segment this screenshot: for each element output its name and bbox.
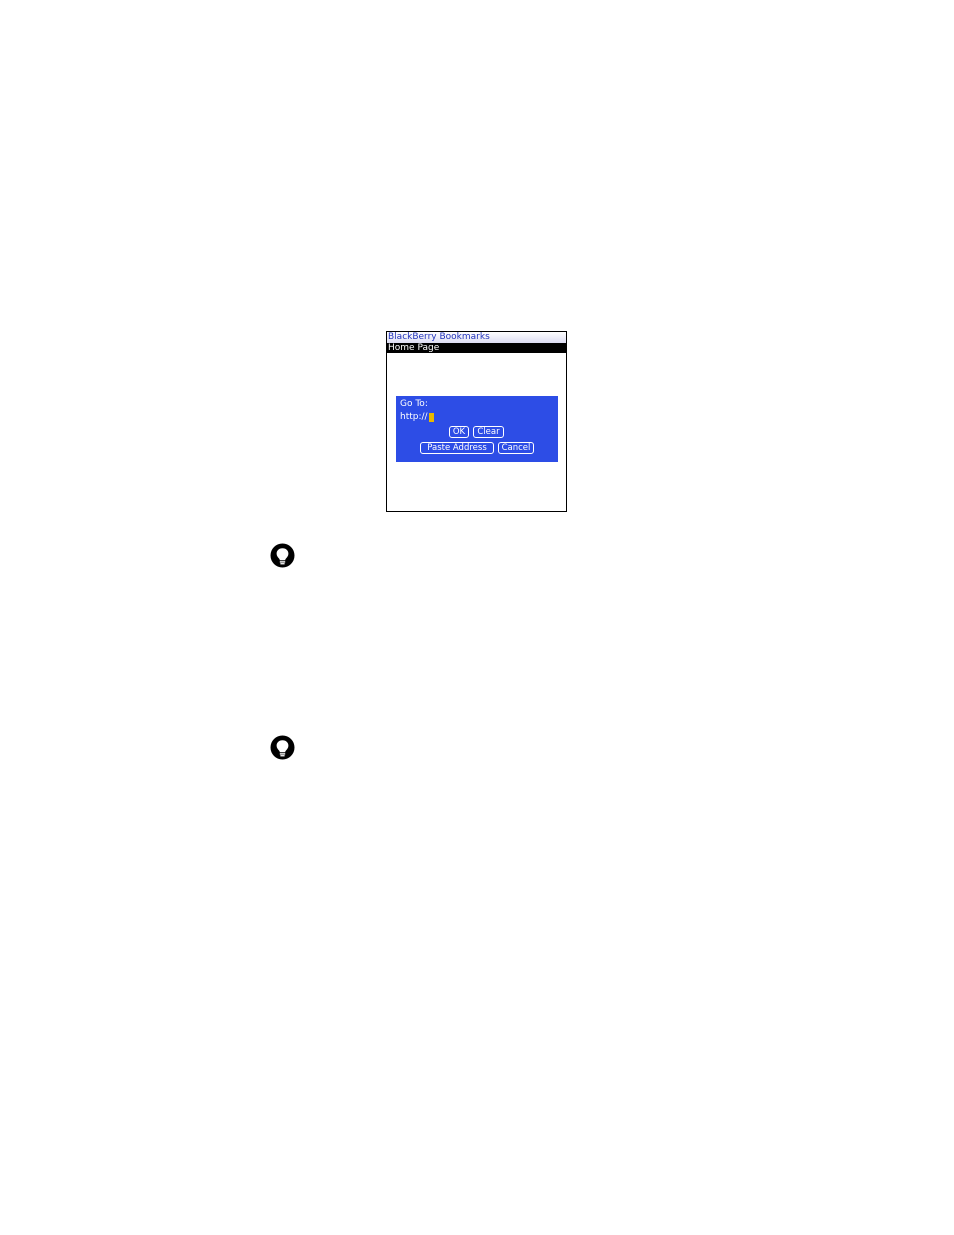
app-title-bar: BlackBerry Bookmarks xyxy=(387,332,566,343)
device-screenshot: BlackBerry Bookmarks Home Page Go To: ht… xyxy=(386,331,567,512)
paste-address-button[interactable]: Paste Address xyxy=(420,442,494,454)
cancel-button[interactable]: Cancel xyxy=(498,442,534,454)
text-cursor xyxy=(428,413,434,422)
bookmark-item-selected[interactable]: Home Page xyxy=(387,343,566,353)
app-title: BlackBerry Bookmarks xyxy=(388,332,490,342)
clear-button[interactable]: Clear xyxy=(473,426,504,438)
lightbulb-icon xyxy=(270,735,295,760)
bookmark-item-label: Home Page xyxy=(388,343,440,353)
ok-button[interactable]: OK xyxy=(449,426,469,438)
url-field[interactable]: http:// xyxy=(400,412,434,423)
url-input-value[interactable]: http:// xyxy=(400,412,428,423)
lightbulb-icon xyxy=(270,543,295,568)
go-to-label: Go To: xyxy=(400,399,428,409)
go-to-dialog: Go To: http:// OK Clear Paste Address Ca… xyxy=(396,396,558,462)
